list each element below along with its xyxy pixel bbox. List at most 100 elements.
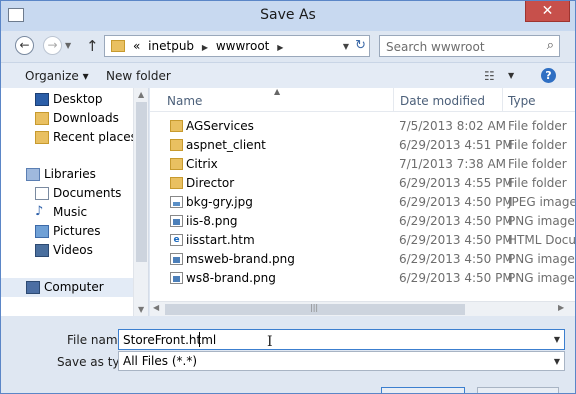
file-date: 6/29/2013 4:55 PM	[399, 176, 513, 190]
documents-icon	[35, 187, 49, 200]
videos-icon	[35, 244, 49, 257]
save-button[interactable]	[381, 387, 465, 393]
nav-item-downloads[interactable]: Downloads	[1, 109, 133, 128]
file-name: iis-8.png	[186, 214, 238, 228]
scroll-down-icon[interactable]: ▼	[138, 305, 144, 314]
refresh-icon[interactable]: ↻	[355, 38, 366, 53]
file-name: aspnet_client	[186, 138, 266, 152]
address-bar[interactable]: « inetpub ▶ wwwroot ▶ ▼ ↻	[104, 35, 370, 57]
address-dropdown-icon[interactable]: ▼	[343, 42, 349, 51]
scroll-grip-icon: |||	[310, 303, 319, 312]
file-name: msweb-brand.png	[186, 252, 295, 266]
scroll-up-icon[interactable]: ▲	[138, 90, 144, 99]
search-placeholder: Search wwwroot	[386, 40, 485, 54]
scroll-left-icon[interactable]: ◀	[153, 303, 159, 312]
text-caret	[199, 332, 200, 347]
file-type: PNG image	[508, 252, 575, 266]
scroll-right-icon[interactable]: ▶	[558, 303, 564, 312]
file-date: 6/29/2013 4:50 PM	[399, 233, 513, 247]
command-bar: Organize ▾ New folder ☷ ▼ ?	[1, 62, 575, 88]
chevron-right-icon[interactable]: ▶	[277, 43, 283, 52]
save-as-dialog: Save As ✕ ← → ▼ ↑ « inetpub ▶ wwwroot ▶ …	[0, 0, 576, 394]
dialog-title: Save As	[260, 7, 316, 23]
column-type[interactable]: Type	[508, 94, 536, 108]
file-date: 6/29/2013 4:50 PM	[399, 271, 513, 285]
nav-item-computer[interactable]: Computer	[1, 278, 133, 297]
nav-item-libraries[interactable]: Libraries	[1, 165, 133, 184]
breadcrumb: « inetpub ▶ wwwroot ▶	[133, 39, 287, 53]
file-type: PNG image	[508, 271, 575, 285]
nav-item-music[interactable]: ♪ Music	[1, 203, 133, 222]
file-name: AGServices	[186, 119, 254, 133]
nav-item-documents[interactable]: Documents	[1, 184, 133, 203]
column-date-modified[interactable]: Date modified	[400, 94, 485, 108]
nav-item-desktop[interactable]: Desktop	[1, 90, 133, 109]
file-list: ▲ Name Date modified Type AGServices 7/5…	[150, 87, 575, 316]
change-view-icon[interactable]: ☷	[484, 69, 495, 83]
folder-icon	[170, 139, 183, 151]
column-name[interactable]: Name	[167, 94, 202, 108]
save-as-type-select[interactable]: All Files (*.*) ▼	[118, 351, 565, 371]
file-row[interactable]: Citrix 7/1/2013 7:38 AM File folder	[150, 155, 575, 174]
png-image-icon	[170, 215, 183, 227]
chevron-down-icon[interactable]: ▼	[554, 357, 560, 366]
nav-item-pictures[interactable]: Pictures	[1, 222, 133, 241]
nav-item-recent-places[interactable]: Recent places	[1, 128, 137, 147]
file-row[interactable]: AGServices 7/5/2013 8:02 AM File folder	[150, 117, 575, 136]
file-row[interactable]: ws8-brand.png 6/29/2013 4:50 PM PNG imag…	[150, 269, 575, 288]
file-date: 7/5/2013 8:02 AM	[399, 119, 507, 133]
file-type: JPEG image	[508, 195, 576, 209]
horizontal-scrollbar[interactable]: ◀ ||| ▶	[150, 301, 575, 316]
view-options-dropdown-icon[interactable]: ▼	[508, 71, 514, 80]
jpeg-image-icon	[170, 196, 183, 208]
save-as-type-value: All Files (*.*)	[123, 354, 198, 368]
nav-vertical-scrollbar[interactable]: ▲ ▼	[133, 88, 148, 316]
search-box[interactable]: Search wwwroot ⌕	[379, 35, 560, 57]
scroll-thumb[interactable]	[136, 102, 147, 262]
file-type: File folder	[508, 119, 567, 133]
organize-button[interactable]: Organize ▾	[25, 69, 89, 83]
folder-icon	[170, 158, 183, 170]
back-button[interactable]: ←	[15, 36, 34, 55]
file-row[interactable]: msweb-brand.png 6/29/2013 4:50 PM PNG im…	[150, 250, 575, 269]
cancel-button[interactable]	[477, 387, 559, 393]
file-date: 6/29/2013 4:51 PM	[399, 138, 513, 152]
breadcrumb-inetpub[interactable]: inetpub	[148, 39, 194, 53]
help-icon[interactable]: ?	[541, 68, 556, 83]
file-name: iisstart.htm	[186, 233, 255, 247]
file-date: 6/29/2013 4:50 PM	[399, 252, 513, 266]
file-row[interactable]: iis-8.png 6/29/2013 4:50 PM PNG image	[150, 212, 575, 231]
title-bar: Save As ✕	[1, 1, 575, 31]
chevron-down-icon[interactable]: ▼	[554, 335, 560, 344]
png-image-icon	[170, 253, 183, 265]
png-image-icon	[170, 272, 183, 284]
file-name-field[interactable]: StoreFront.html ▼	[118, 329, 565, 350]
file-row[interactable]: bkg-gry.jpg 6/29/2013 4:50 PM JPEG image	[150, 193, 575, 212]
chevron-right-icon[interactable]: ▶	[202, 43, 208, 52]
close-button[interactable]: ✕	[525, 1, 570, 22]
file-row[interactable]: Director 6/29/2013 4:55 PM File folder	[150, 174, 575, 193]
forward-button[interactable]: →	[43, 36, 62, 55]
file-row[interactable]: aspnet_client 6/29/2013 4:51 PM File fol…	[150, 136, 575, 155]
pictures-icon	[35, 225, 49, 238]
folder-icon	[170, 120, 183, 132]
nav-item-videos[interactable]: Videos	[1, 241, 133, 260]
file-type: File folder	[508, 138, 567, 152]
column-divider[interactable]	[393, 88, 394, 112]
search-icon[interactable]: ⌕	[547, 38, 554, 53]
breadcrumb-overflow[interactable]: «	[133, 39, 140, 53]
file-name: ws8-brand.png	[186, 271, 276, 285]
folder-icon	[170, 177, 183, 189]
column-divider[interactable]	[502, 88, 503, 112]
sort-ascending-icon: ▲	[274, 87, 281, 96]
file-row[interactable]: e iisstart.htm 6/29/2013 4:50 PM HTML Do…	[150, 231, 575, 250]
libraries-icon	[26, 168, 40, 181]
recent-locations-dropdown-icon[interactable]: ▼	[65, 41, 71, 50]
new-folder-button[interactable]: New folder	[106, 69, 171, 83]
file-date: 7/1/2013 7:38 AM	[399, 157, 507, 171]
breadcrumb-wwwroot[interactable]: wwwroot	[216, 39, 270, 53]
up-one-level-icon[interactable]: ↑	[86, 37, 99, 55]
address-row: ← → ▼ ↑ « inetpub ▶ wwwroot ▶ ▼ ↻ Search…	[1, 31, 575, 61]
file-date: 6/29/2013 4:50 PM	[399, 214, 513, 228]
desktop-icon	[35, 93, 49, 106]
